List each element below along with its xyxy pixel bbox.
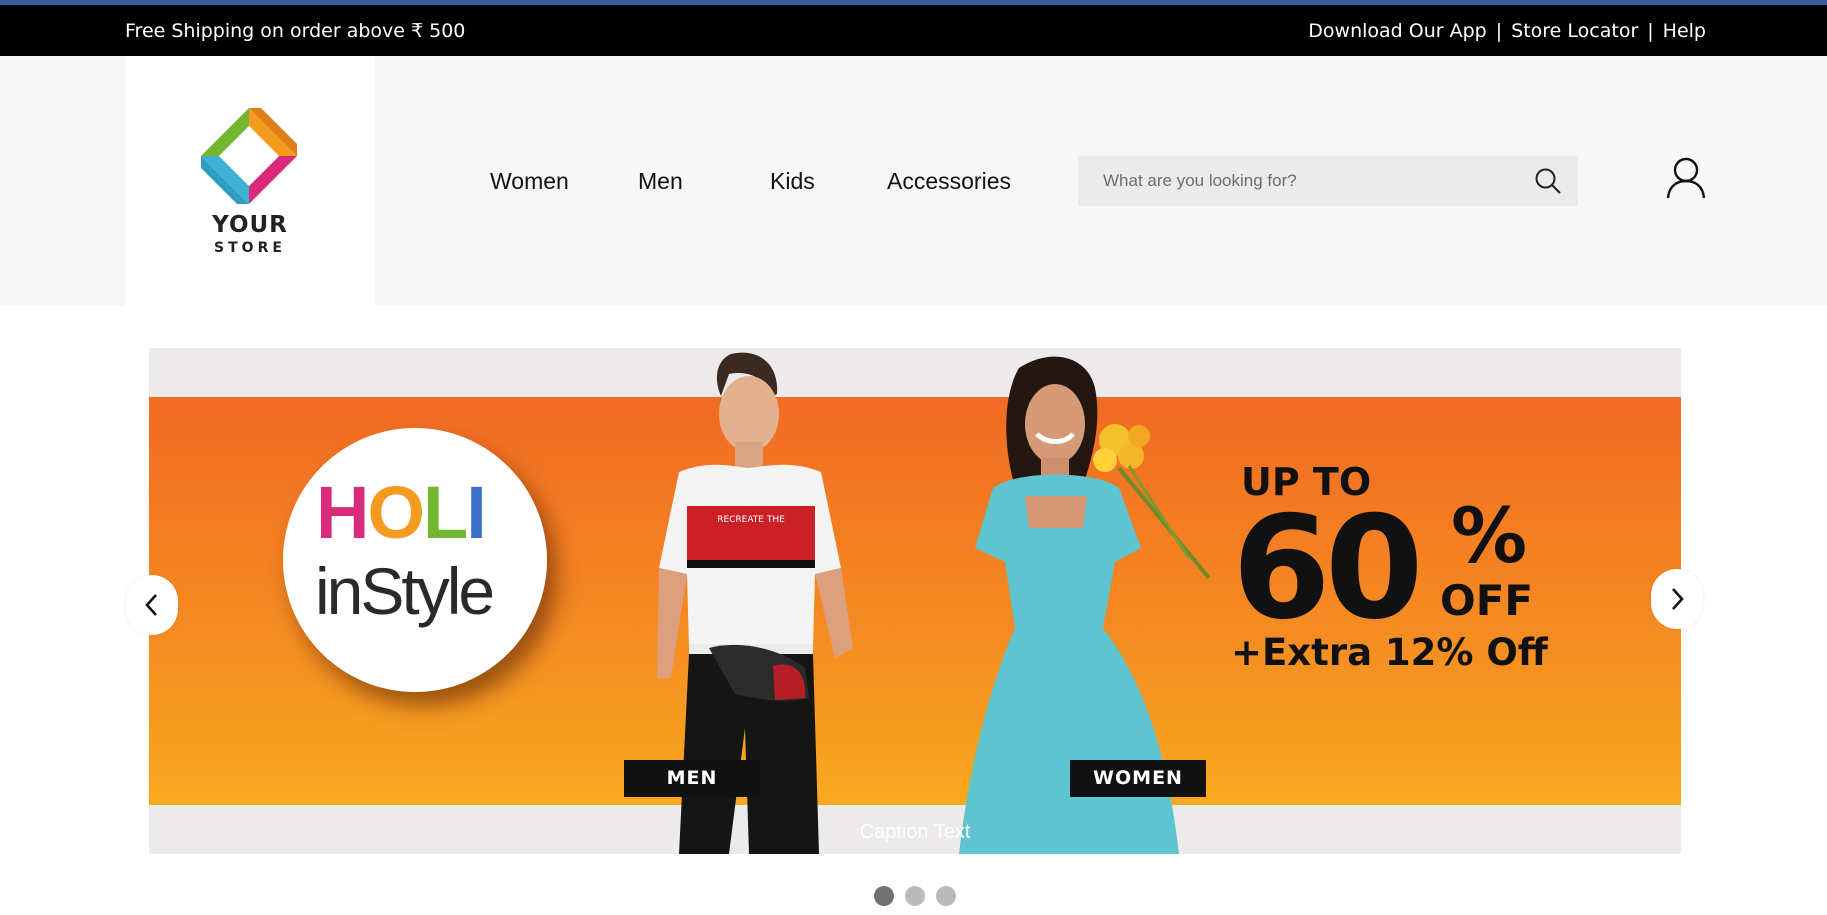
store-logo[interactable]: YOUR STORE: [125, 56, 375, 306]
search-icon[interactable]: [1534, 167, 1562, 199]
chevron-right-icon: [1672, 588, 1684, 610]
holi-letter: H: [316, 471, 369, 554]
chevron-left-icon: [145, 594, 157, 616]
nav-men[interactable]: Men: [638, 168, 683, 195]
shirt-print-text: RECREATE THE: [717, 515, 785, 525]
slide-caption: Caption Text: [859, 821, 971, 843]
user-icon[interactable]: [1666, 157, 1706, 203]
logo-text-store: STORE: [214, 240, 286, 256]
separator: |: [1647, 20, 1654, 42]
holi-letter: I: [466, 471, 487, 554]
carousel-dot[interactable]: [905, 886, 925, 906]
holi-letter: O: [367, 471, 425, 554]
free-shipping-text: Free Shipping on order above ₹ 500: [125, 20, 466, 42]
off-text: OFF: [1440, 576, 1534, 625]
help-link[interactable]: Help: [1663, 20, 1706, 42]
holi-letter: L: [423, 471, 468, 554]
extra-off-text: +Extra 12% Off: [1231, 631, 1548, 674]
holi-badge: HOLI inStyle: [283, 428, 547, 692]
search-bar: [1078, 156, 1578, 206]
instyle-text: inStyle: [315, 554, 495, 628]
nav-women[interactable]: Women: [490, 168, 569, 195]
holi-title: HOLI: [316, 476, 487, 550]
top-links: Download Our App | Store Locator | Help: [1308, 20, 1706, 42]
nav-accessories[interactable]: Accessories: [887, 168, 1011, 195]
nav-kids[interactable]: Kids: [770, 168, 815, 195]
download-app-link[interactable]: Download Our App: [1308, 20, 1486, 42]
carousel-dot[interactable]: [936, 886, 956, 906]
carousel-dot[interactable]: [874, 886, 894, 906]
announcement-bar: Free Shipping on order above ₹ 500 Downl…: [0, 5, 1827, 56]
site-header: YOUR STORE Women Men Kids Accessories: [0, 56, 1827, 306]
separator: |: [1495, 20, 1503, 42]
percent-sign: %: [1451, 491, 1528, 580]
search-input[interactable]: [1078, 156, 1533, 206]
discount-value: 60: [1232, 486, 1424, 651]
women-tag[interactable]: WOMEN: [1070, 760, 1206, 797]
carousel-next-button[interactable]: [1651, 569, 1703, 629]
logo-mark-icon: [201, 108, 297, 204]
men-tag[interactable]: MEN: [624, 760, 760, 797]
store-locator-link[interactable]: Store Locator: [1511, 20, 1638, 42]
hero-banner[interactable]: HOLI inStyle RECREATE THE MEN WOMEN UP T…: [149, 348, 1681, 854]
carousel-prev-button[interactable]: [126, 575, 178, 635]
logo-text-your: YOUR: [212, 212, 288, 238]
carousel-indicators: [874, 886, 956, 906]
